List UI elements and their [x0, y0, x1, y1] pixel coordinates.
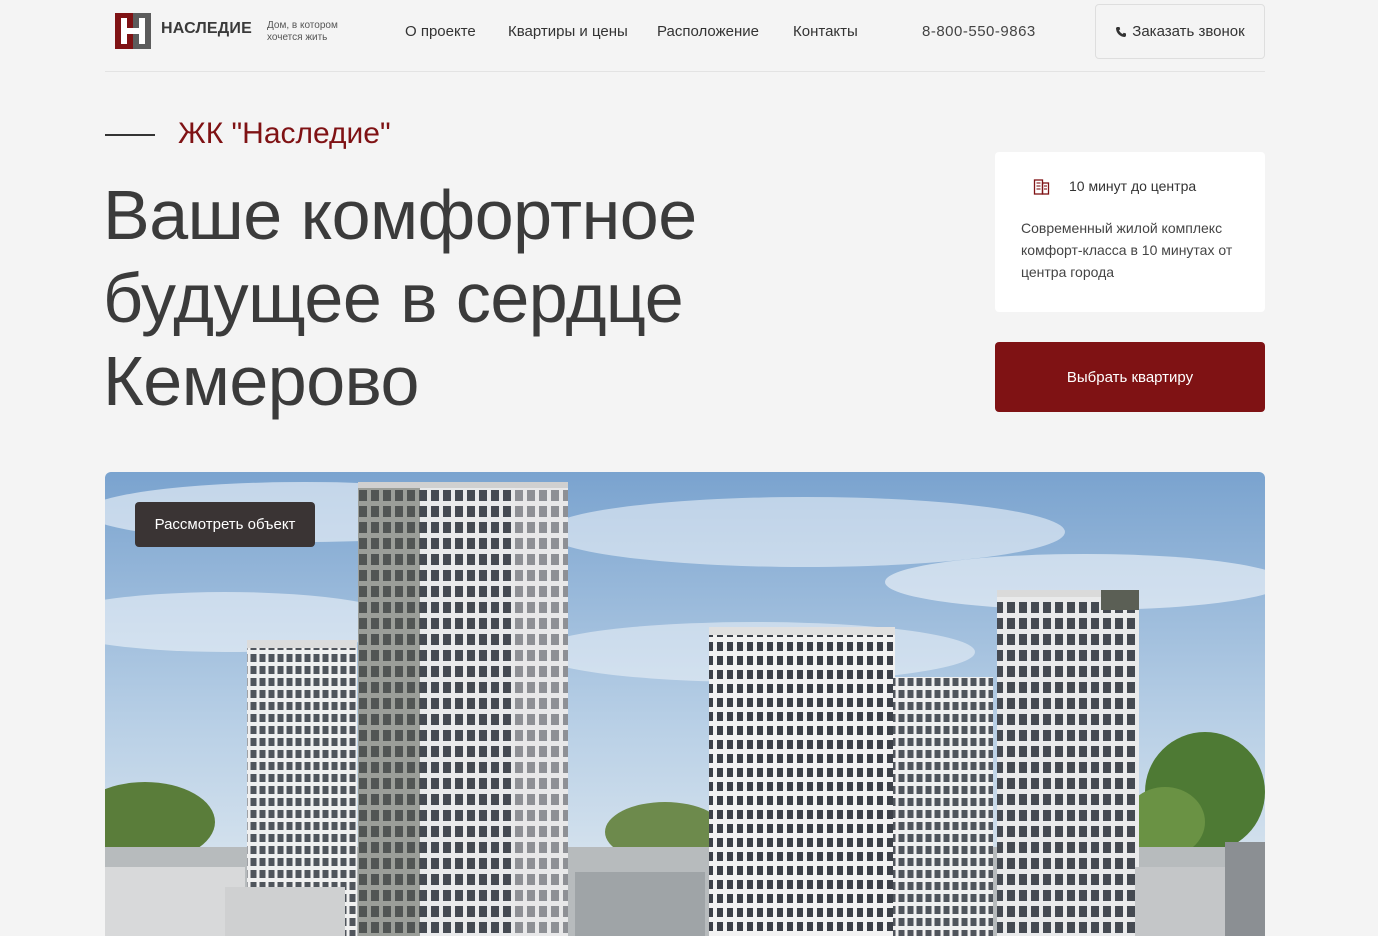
feature-card-text: Современный жилой комплекс комфорт-класс…	[1021, 220, 1233, 280]
nav-about[interactable]: О проекте	[405, 23, 476, 40]
phone-icon	[1116, 26, 1127, 37]
logo-icon[interactable]	[115, 13, 151, 49]
nav-location[interactable]: Расположение	[657, 23, 759, 40]
nav-apartments[interactable]: Квартиры и цены	[508, 23, 628, 40]
project-eyebrow: ЖК "Наследие"	[178, 117, 391, 150]
building-icon	[1033, 179, 1050, 195]
feature-card-title: 10 минут до центра	[1069, 178, 1197, 194]
phone-number[interactable]: 8-800-550-9863	[922, 23, 1036, 40]
brand-tagline: Дом, в котором хочется жить	[267, 20, 338, 43]
view-object-button[interactable]: Рассмотреть объект	[135, 502, 315, 547]
eyebrow-divider	[105, 134, 155, 136]
callback-label: Заказать звонок	[1132, 23, 1245, 40]
site-header: НАСЛЕДИЕ Дом, в котором хочется жить О п…	[105, 0, 1265, 72]
choose-apartment-button[interactable]: Выбрать квартиру	[995, 342, 1265, 412]
feature-card: 10 минут до центра Современный жилой ком…	[995, 152, 1265, 312]
hero-title: Ваше комфортное будущее в сердце Кемеров…	[103, 176, 697, 420]
callback-button[interactable]: Заказать звонок	[1095, 4, 1265, 59]
brand-name[interactable]: НАСЛЕДИЕ	[161, 20, 252, 38]
nav-contacts[interactable]: Контакты	[793, 23, 858, 40]
